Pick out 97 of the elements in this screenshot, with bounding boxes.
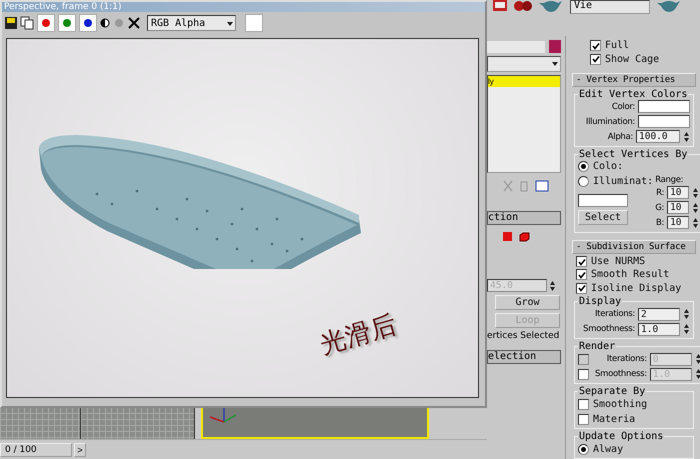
- window-title: Perspective, frame 0 (1:1): [4, 3, 122, 12]
- handwritten-caption: 光滑后: [316, 308, 400, 362]
- spinner-arrows-icon[interactable]: [694, 353, 700, 366]
- select-button[interactable]: Select: [578, 210, 628, 225]
- checkbox-label: Show Cage: [605, 54, 660, 65]
- range-field[interactable]: 10: [667, 201, 690, 214]
- toolbar-icon[interactable]: [492, 0, 508, 12]
- spinner-arrows-icon[interactable]: [683, 323, 690, 336]
- group-legend: Update Options: [578, 431, 664, 442]
- rollout-title[interactable]: ction: [487, 211, 561, 225]
- rollout-title[interactable]: - Vertex Properties: [572, 72, 696, 87]
- range-label: Range:: [655, 174, 684, 185]
- radio-label: Alway: [593, 444, 624, 455]
- polygon-icon[interactable]: [503, 232, 513, 242]
- save-icon[interactable]: [5, 17, 17, 29]
- radio-label: Illuminat:: [593, 176, 654, 188]
- next-frame-button[interactable]: >: [74, 442, 86, 456]
- half-circle-icon[interactable]: [100, 18, 110, 28]
- group-legend: Select Vertices By: [578, 148, 688, 160]
- field-label: Smoothness:: [595, 369, 647, 380]
- spinner-arrows-icon[interactable]: [549, 280, 556, 292]
- field-label: Iterations:: [594, 309, 635, 320]
- checkbox[interactable]: [578, 354, 589, 365]
- spinner-arrows-icon[interactable]: [683, 308, 690, 320]
- channel-select[interactable]: RGB Alpha: [147, 15, 236, 31]
- radio-button[interactable]: [578, 176, 589, 188]
- spinner-arrows-icon[interactable]: [694, 368, 700, 380]
- dot-icon: [42, 19, 50, 27]
- spinner-arrows-icon[interactable]: [692, 216, 700, 229]
- field-label: B:: [656, 218, 664, 228]
- radio-label: Colo:: [593, 161, 624, 172]
- checkbox-label: Use NURMS: [591, 256, 646, 268]
- radio-dot-icon: [581, 164, 586, 170]
- channel-toggle-button[interactable]: [79, 14, 97, 32]
- checkbox-label: Materia: [593, 414, 636, 425]
- field-label: G:: [655, 202, 664, 213]
- spheres-icon[interactable]: [514, 0, 532, 12]
- color-field[interactable]: [638, 100, 690, 114]
- group-legend: Display: [578, 296, 622, 308]
- checkbox-label: Isoline Display: [591, 282, 682, 294]
- render-window[interactable]: Perspective, frame 0 (1:1) RGB Alpha 光滑后: [0, 0, 487, 408]
- group-legend: Edit Vertex Colors: [578, 88, 688, 100]
- channel-toggle-button[interactable]: [37, 14, 55, 32]
- element-cube-icon[interactable]: [519, 232, 530, 242]
- modifier-dropdown[interactable]: [487, 56, 561, 72]
- name-field[interactable]: [487, 40, 545, 52]
- copy-icon[interactable]: [20, 16, 34, 30]
- rollout-title[interactable]: - Subdivision Surface: [572, 240, 696, 254]
- channel-toggle-button[interactable]: [58, 14, 76, 32]
- teapot-icon[interactable]: [538, 0, 564, 12]
- selection-status: ertices Selected: [487, 331, 560, 341]
- spinner-arrows-icon[interactable]: [692, 186, 700, 199]
- field-label: Color:: [612, 102, 635, 112]
- checkbox[interactable]: [578, 368, 589, 380]
- field-label: Alpha:: [608, 132, 633, 142]
- dot-icon: [63, 19, 71, 27]
- iterations-field[interactable]: 2: [638, 308, 680, 321]
- stack-item[interactable]: ly: [488, 76, 560, 87]
- radio-button[interactable]: [578, 161, 589, 172]
- field-label: Smoothness:: [583, 324, 635, 334]
- checkbox[interactable]: [590, 54, 601, 65]
- color-field[interactable]: [638, 115, 690, 128]
- spinner-arrows-icon[interactable]: [692, 202, 700, 214]
- checkbox[interactable]: [578, 398, 589, 410]
- checkbox-label: Smoothing: [593, 398, 648, 410]
- group-legend: Render: [578, 341, 616, 352]
- object-color-swatch[interactable]: [549, 40, 561, 53]
- spinner-arrows-icon[interactable]: [683, 130, 690, 143]
- teapot-icon[interactable]: [656, 0, 682, 12]
- smoothness-field[interactable]: 1.0: [638, 322, 680, 336]
- frame-counter[interactable]: 0 / 100: [0, 442, 72, 456]
- range-field[interactable]: 10: [667, 216, 690, 230]
- field-label: Iterations:: [606, 354, 647, 364]
- dot-icon: [84, 19, 92, 27]
- field-label: Illumination:: [586, 116, 635, 127]
- checkbox[interactable]: [576, 282, 587, 294]
- radio-dot-icon: [581, 446, 586, 452]
- view-field[interactable]: Vie: [570, 0, 650, 14]
- radio-button[interactable]: [578, 444, 589, 455]
- dot-icon[interactable]: [113, 18, 125, 28]
- close-icon[interactable]: [128, 17, 140, 29]
- checkbox[interactable]: [576, 269, 587, 280]
- checkbox-label: Full: [605, 40, 630, 52]
- modifier-stack-list[interactable]: ly: [487, 75, 561, 173]
- rollout-title[interactable]: election: [487, 350, 561, 364]
- range-field[interactable]: 10: [667, 186, 690, 200]
- color-swatch[interactable]: [245, 14, 263, 32]
- field-label: R:: [656, 188, 664, 198]
- alpha-field[interactable]: 100.0: [636, 130, 680, 144]
- checkbox[interactable]: [576, 256, 587, 268]
- checkbox[interactable]: [590, 40, 601, 52]
- selection-button[interactable]: Grow: [495, 295, 560, 310]
- group-legend: Separate By: [578, 386, 646, 398]
- active-viewport[interactable]: [201, 407, 429, 439]
- color-field[interactable]: [578, 194, 628, 207]
- checkbox-label: Smooth Result: [591, 269, 670, 280]
- checkbox[interactable]: [578, 414, 589, 425]
